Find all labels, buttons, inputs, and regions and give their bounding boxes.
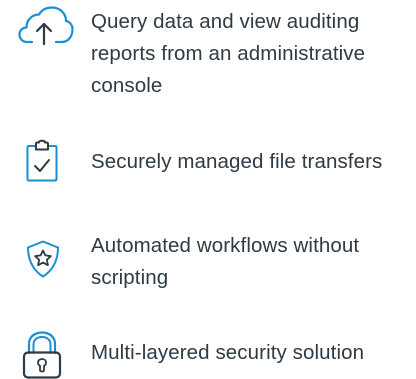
clipboard-check-icon xyxy=(26,139,58,182)
feature-text: Securely managed file transfers xyxy=(91,150,383,173)
feature-text: Multi-layered security solution xyxy=(91,341,365,364)
feature-text: Automated workflows without scripting xyxy=(91,234,360,289)
cloud-upload-icon xyxy=(18,6,74,46)
padlock-icon xyxy=(22,331,62,379)
shield-star-icon xyxy=(26,240,60,278)
feature-text: Query data and view auditing reports fro… xyxy=(91,10,366,97)
